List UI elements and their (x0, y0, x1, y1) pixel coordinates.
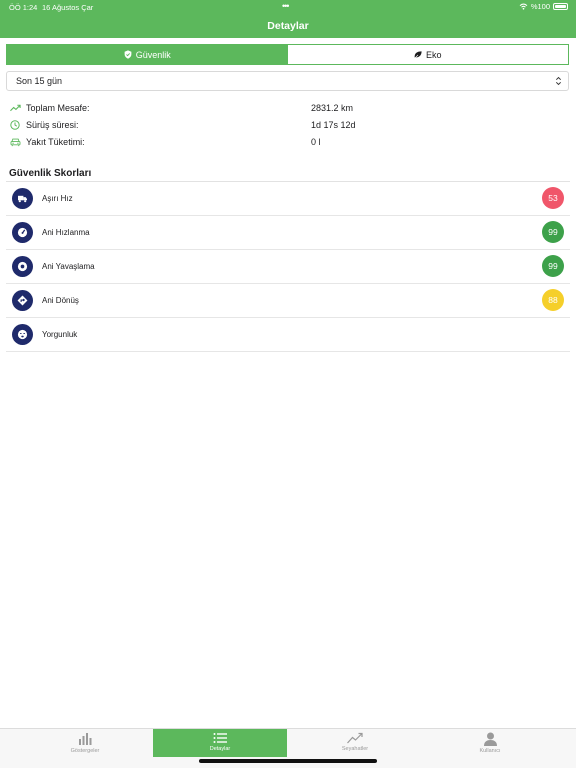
speedometer-icon (12, 222, 33, 243)
tab-label: Seyahatler (341, 746, 369, 752)
score-badge: 53 (542, 187, 564, 209)
clock-icon (9, 119, 21, 131)
period-value: Son 15 gün (16, 76, 63, 86)
turn-sign-icon (12, 290, 33, 311)
stat-total-distance: Toplam Mesafe: 2831.2 km (9, 101, 569, 115)
category-segmented-control: Güvenlik Eko (6, 44, 569, 65)
battery-icon (553, 3, 568, 10)
score-label: Yorgunluk (42, 330, 78, 339)
status-date: 16 Ağustos Çar (42, 3, 94, 12)
stat-driving-time: Sürüş süresi: 1d 17s 12d (9, 118, 569, 132)
score-badge: 88 (542, 289, 564, 311)
segment-label: Güvenlik (135, 49, 171, 60)
score-badge: 99 (542, 255, 564, 277)
score-label: Ani Dönüş (42, 296, 79, 305)
tab-label: Detaylar (209, 746, 231, 752)
home-indicator[interactable] (199, 759, 377, 763)
score-row-acceleration[interactable]: Ani Hızlanma 99 (6, 216, 570, 250)
section-title: Güvenlik Skorları (9, 168, 92, 179)
score-row-sharp-turn[interactable]: Ani Dönüş 88 (6, 284, 570, 318)
tired-face-icon (12, 324, 33, 345)
battery-percent: %100 (530, 2, 550, 11)
score-row-fatigue[interactable]: Yorgunluk (6, 318, 570, 352)
chevron-up-down-icon (555, 76, 562, 86)
tab-kullanici[interactable]: Kullanıcı (423, 729, 557, 757)
score-row-braking[interactable]: Ani Yavaşlama 99 (6, 250, 570, 284)
score-list: Aşırı Hız 53 Ani Hızlanma 99 Ani Yavaşla… (6, 182, 570, 352)
bar-chart-icon (79, 733, 92, 745)
tab-label: Kullanıcı (479, 748, 501, 754)
shield-icon (124, 50, 132, 59)
stat-value: 2831.2 km (311, 103, 354, 113)
score-label: Ani Hızlanma (42, 228, 90, 237)
brake-disc-icon (12, 256, 33, 277)
period-select[interactable]: Son 15 gün (6, 71, 569, 91)
tab-gostergeler[interactable]: Göstergeler (18, 729, 152, 757)
score-label: Ani Yavaşlama (42, 262, 95, 271)
stat-value: 1d 17s 12d (311, 120, 356, 130)
truck-speed-icon (12, 188, 33, 209)
tab-guvenlik[interactable]: Güvenlik (7, 45, 288, 64)
segment-label: Eko (425, 49, 442, 60)
multitask-dots-icon[interactable]: ••• (282, 1, 290, 11)
car-icon (9, 136, 21, 148)
stat-label: Yakıt Tüketimi: (26, 137, 85, 147)
leaf-icon (414, 50, 422, 59)
stat-label: Toplam Mesafe: (26, 103, 90, 113)
page-title: Detaylar (267, 20, 309, 32)
status-time: ÖÖ 1:24 (9, 3, 38, 12)
stat-label: Sürüş süresi: (26, 120, 79, 130)
score-label: Aşırı Hız (42, 194, 73, 203)
wifi-icon (519, 3, 528, 10)
status-right: %100 (519, 2, 568, 11)
score-row-speeding[interactable]: Aşırı Hız 53 (6, 182, 570, 216)
tab-detaylar[interactable]: Detaylar (153, 729, 287, 757)
score-badge: 99 (542, 221, 564, 243)
user-icon (483, 732, 497, 746)
tab-label: Göstergeler (70, 748, 100, 754)
list-icon (213, 733, 227, 743)
trending-up-icon (9, 102, 21, 114)
status-bar: ÖÖ 1:24 16 Ağustos Çar ••• %100 (0, 0, 576, 14)
tab-seyahatler[interactable]: Seyahatler (288, 729, 422, 757)
trend-line-icon (347, 732, 363, 744)
tab-eko[interactable]: Eko (287, 45, 568, 64)
stat-fuel-consumption: Yakıt Tüketimi: 0 l (9, 135, 569, 149)
header-bar: ÖÖ 1:24 16 Ağustos Çar ••• %100 Detaylar (0, 0, 576, 38)
stat-value: 0 l (311, 137, 321, 147)
